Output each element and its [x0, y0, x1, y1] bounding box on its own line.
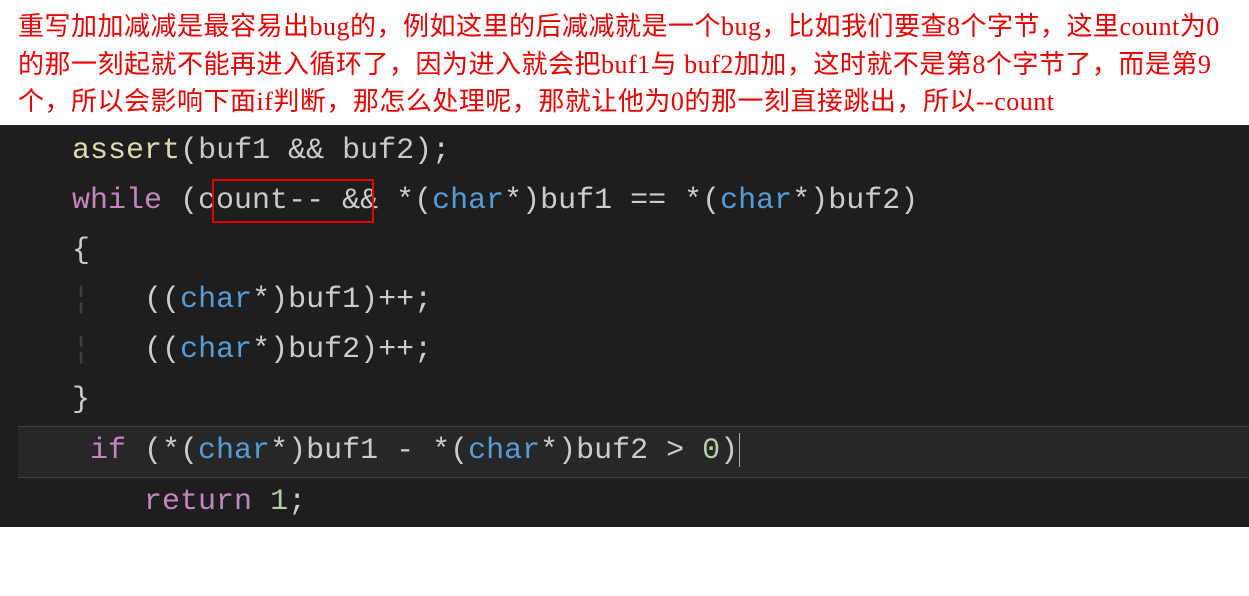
explanatory-comment: 重写加加减减是最容易出bug的，例如这里的后减减就是一个bug，比如我们要查8个… — [0, 0, 1249, 125]
brace-close: } — [72, 383, 90, 417]
code-line-7-highlighted: if (*(char*)buf1 - *(char*)buf2 > 0) — [18, 426, 1249, 478]
type-char: char — [720, 184, 792, 218]
operator-postdec: -- — [288, 184, 324, 218]
code-text: *)buf2) — [792, 184, 918, 218]
operator: && — [270, 134, 342, 168]
keyword-if: if — [90, 434, 126, 468]
text-cursor — [739, 433, 740, 467]
code-line-2: while (count-- && *(char*)buf1 == *(char… — [18, 177, 1249, 227]
keyword-return: return — [144, 485, 252, 519]
type-char: char — [198, 434, 270, 468]
type-char: char — [432, 184, 504, 218]
punct: (( — [144, 333, 180, 367]
code-line-4: ¦ ((char*)buf1)++; — [18, 276, 1249, 326]
type-char: char — [468, 434, 540, 468]
code-line-5: ¦ ((char*)buf2)++; — [18, 326, 1249, 376]
code-editor: assert(buf1 && buf2); while (count-- && … — [0, 125, 1249, 527]
identifier: buf1 — [198, 134, 270, 168]
code-line-1: assert(buf1 && buf2); — [18, 127, 1249, 177]
punct: (*( — [126, 434, 198, 468]
code-text: *)buf1 == *( — [504, 184, 720, 218]
number-literal: 0 — [702, 434, 720, 468]
number-literal: 1 — [270, 485, 288, 519]
code-text: *)buf2 > — [540, 434, 702, 468]
code-text: *)buf1 - *( — [270, 434, 468, 468]
identifier-count: count — [198, 184, 288, 218]
code-line-3: { — [18, 227, 1249, 277]
brace-open: { — [72, 234, 90, 268]
keyword-while: while — [72, 184, 162, 218]
func-call: assert — [72, 134, 180, 168]
punct: ) — [720, 434, 738, 468]
code-line-6: } — [18, 376, 1249, 426]
identifier: buf2 — [342, 134, 414, 168]
code-line-8: return 1; — [18, 478, 1249, 528]
punct: (( — [144, 283, 180, 317]
type-char: char — [180, 333, 252, 367]
operator: && *( — [324, 184, 432, 218]
code-text: *)buf2)++; — [252, 333, 432, 367]
type-char: char — [180, 283, 252, 317]
code-text: *)buf1)++; — [252, 283, 432, 317]
code-block: assert(buf1 && buf2); while (count-- && … — [0, 127, 1249, 527]
